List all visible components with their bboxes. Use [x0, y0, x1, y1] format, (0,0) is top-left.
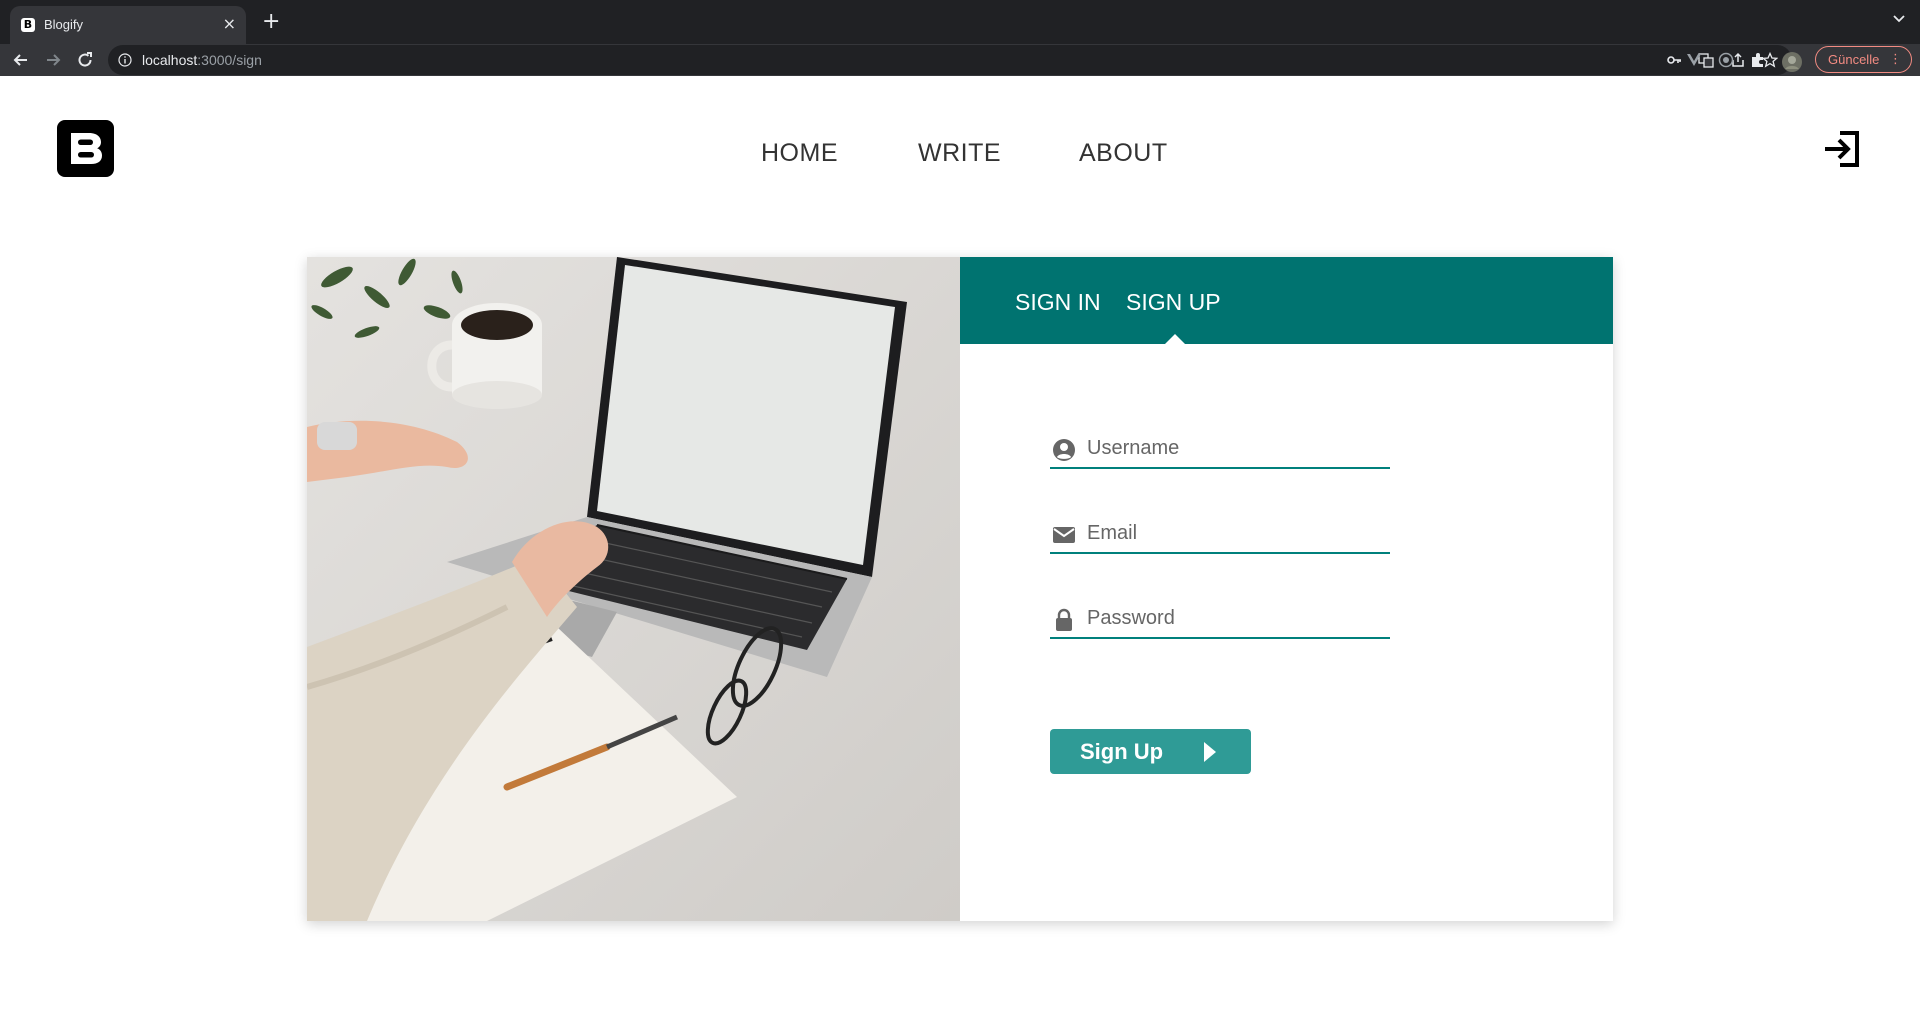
sign-up-button-label: Sign Up [1080, 739, 1164, 764]
email-input[interactable] [1087, 517, 1387, 549]
lock-icon [1056, 608, 1072, 631]
nav-link-about[interactable]: ABOUT [1079, 137, 1168, 169]
username-input[interactable] [1087, 432, 1387, 464]
target-extension-icon[interactable] [1718, 52, 1734, 68]
nav-link-write[interactable]: WRITE [918, 137, 1001, 169]
password-input[interactable] [1087, 602, 1387, 634]
auth-tab-header: SIGN IN SIGN UP [960, 257, 1613, 344]
update-label: Güncelle [1828, 52, 1880, 67]
new-tab-icon[interactable]: + [262, 11, 280, 33]
browser-tab-title: Blogify [44, 17, 84, 32]
play-arrow-icon [1204, 742, 1216, 762]
sign-card: SIGN IN SIGN UP Username Email Sign Up [307, 257, 1613, 921]
main-nav: HOME WRITE ABOUT [0, 137, 1920, 169]
browser-tab-blogify[interactable]: B Blogify × [10, 6, 246, 44]
laptop-workspace-image [307, 257, 960, 921]
active-tab-indicator [1165, 334, 1185, 344]
back-arrow-icon[interactable] [11, 50, 31, 70]
profile-avatar-icon[interactable] [1782, 52, 1802, 72]
reload-icon[interactable] [75, 50, 95, 70]
url-path: :3000/sign [197, 52, 262, 68]
close-tab-icon[interactable]: × [223, 15, 236, 33]
forward-arrow-icon[interactable] [43, 50, 63, 70]
url-text[interactable]: localhost:3000/sign [142, 51, 262, 69]
browser-tabstrip: B Blogify × + [0, 0, 1920, 44]
tab-sign-up[interactable]: SIGN UP [1126, 288, 1221, 316]
password-field [1050, 599, 1390, 639]
nav-link-home[interactable]: HOME [761, 137, 838, 169]
username-field [1050, 429, 1390, 469]
update-browser-button[interactable]: Güncelle ⋮ [1815, 46, 1912, 73]
tab-search-chevron-icon[interactable] [1892, 12, 1906, 26]
url-host: localhost [142, 52, 198, 68]
laptop-photo-illustration [307, 257, 960, 921]
vue-devtools-icon[interactable] [1686, 52, 1702, 68]
tab-sign-in[interactable]: SIGN IN [1015, 288, 1101, 316]
address-bar[interactable]: localhost:3000/sign [108, 45, 1792, 75]
sign-up-button[interactable]: Sign Up [1050, 729, 1251, 774]
user-circle-icon [1053, 439, 1075, 461]
key-icon[interactable] [1666, 52, 1682, 68]
browser-toolbar: localhost:3000/sign Güncelle ⋮ [0, 44, 1920, 76]
sign-form-panel: SIGN IN SIGN UP Username Email Sign Up [960, 257, 1613, 921]
site-info-icon[interactable] [118, 53, 132, 67]
extensions-puzzle-icon[interactable] [1750, 52, 1766, 68]
login-icon[interactable] [1820, 127, 1864, 171]
more-vert-icon: ⋮ [1889, 52, 1902, 67]
envelope-icon [1053, 527, 1075, 543]
email-field [1050, 514, 1390, 554]
favicon-icon: B [21, 18, 35, 32]
